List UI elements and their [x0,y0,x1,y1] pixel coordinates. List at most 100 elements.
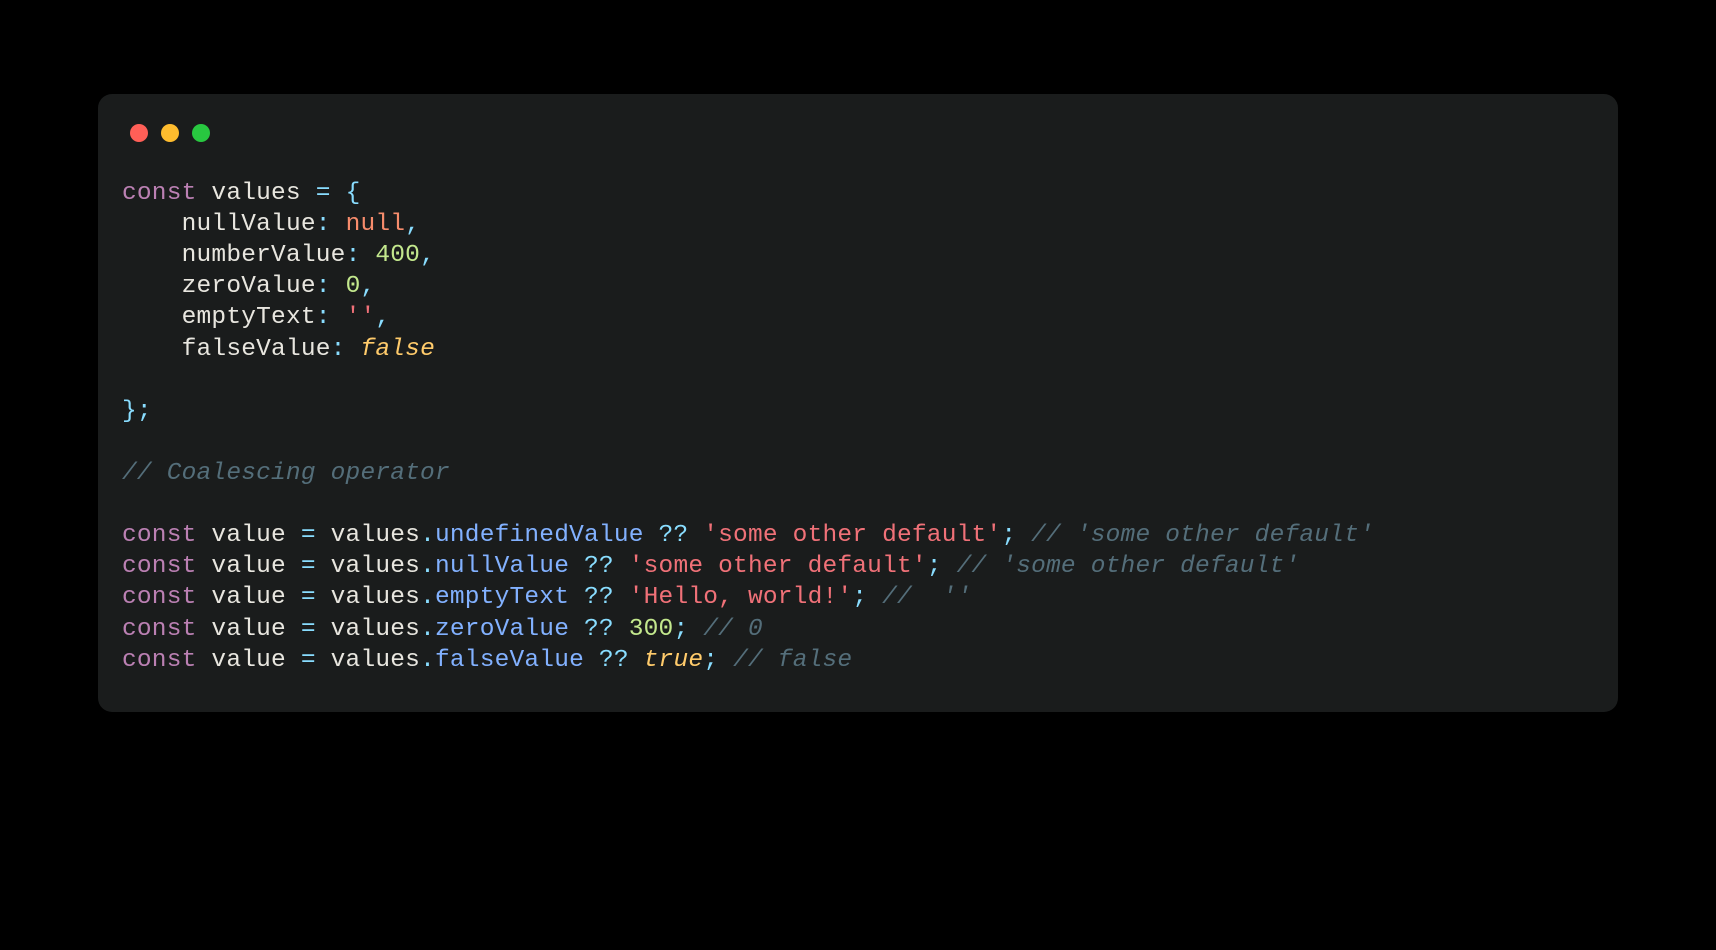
code-token-punc [942,553,957,580]
code-token-punc [614,584,629,611]
code-token-punc: . [420,616,435,643]
code-token-mem: falseValue [435,647,584,674]
code-token-punc: ; [673,616,688,643]
code-token-str: 'some other default' [703,522,1001,549]
code-window: const values = { nullValue: null, number… [98,94,1618,712]
code-token-punc: ; [852,584,867,611]
code-token-cmt: // 'some other default' [1031,522,1374,549]
code-token-op: = [316,180,331,207]
code-token-num: 300 [629,616,674,643]
code-token-cmt: // 'some other default' [957,553,1300,580]
code-token-op: = [301,522,316,549]
code-token-punc [316,616,331,643]
code-token-punc [197,616,212,643]
code-token-str: 'some other default' [629,553,927,580]
code-token-punc [569,553,584,580]
code-token-punc: }; [122,398,152,425]
code-token-op: ?? [584,616,614,643]
window-controls [122,118,1594,142]
code-token-punc [614,553,629,580]
code-token-punc [197,584,212,611]
code-token-punc: . [420,553,435,580]
code-token-punc [688,522,703,549]
code-token-cmt: // 0 [703,616,763,643]
code-token-punc [122,336,182,363]
code-token-op: = [301,553,316,580]
code-token-prop: falseValue [182,336,331,363]
code-token-mem: undefinedValue [435,522,644,549]
code-token-punc [1016,522,1031,549]
code-token-cmt: // '' [882,584,971,611]
code-token-op: : [346,242,361,269]
code-token-punc [316,647,331,674]
code-token-punc [331,180,346,207]
code-token-punc: , [420,242,435,269]
code-token-punc [346,336,361,363]
code-token-punc [286,616,301,643]
code-token-prop: emptyText [182,304,316,331]
code-token-punc: ; [703,647,718,674]
code-token-var: values [331,522,420,549]
code-token-punc [122,304,182,331]
code-token-kw: const [122,584,197,611]
code-token-kw: const [122,647,197,674]
code-token-punc [197,647,212,674]
code-token-punc [614,616,629,643]
code-token-punc [569,584,584,611]
code-token-punc [867,584,882,611]
code-token-punc [316,522,331,549]
code-token-punc [286,553,301,580]
code-token-punc [197,180,212,207]
code-token-punc: , [375,304,390,331]
code-token-var: values [331,584,420,611]
code-token-cmt: // false [733,647,852,674]
code-token-punc [584,647,599,674]
code-token-kw: const [122,180,197,207]
code-token-mem: nullValue [435,553,569,580]
code-token-op: ?? [659,522,689,549]
code-token-num: 400 [375,242,420,269]
code-token-punc: . [420,522,435,549]
code-token-punc: , [360,273,375,300]
code-token-kw: const [122,522,197,549]
code-token-num: 0 [346,273,361,300]
code-token-punc [316,553,331,580]
code-token-prop: numberValue [182,242,346,269]
code-token-op: = [301,616,316,643]
code-token-prop: nullValue [182,211,316,238]
code-token-op: : [331,336,346,363]
zoom-icon[interactable] [192,124,210,142]
close-icon[interactable] [130,124,148,142]
code-token-punc [301,180,316,207]
code-token-mem: zeroValue [435,616,569,643]
code-block: const values = { nullValue: null, number… [122,178,1594,676]
code-token-punc [360,242,375,269]
code-token-var: value [211,553,286,580]
code-token-op: : [316,304,331,331]
code-token-punc: , [405,211,420,238]
code-token-var: values [331,553,420,580]
code-token-op: = [301,584,316,611]
code-token-punc: ; [927,553,942,580]
code-token-str: 'Hello, world!' [629,584,853,611]
code-token-op: ?? [599,647,629,674]
code-token-punc [122,242,182,269]
code-token-var: value [211,522,286,549]
code-token-punc [286,522,301,549]
code-token-punc [122,211,182,238]
code-token-punc: ; [1001,522,1016,549]
code-token-punc: { [346,180,361,207]
code-token-bool: false [360,336,435,363]
code-token-var: values [331,616,420,643]
code-token-punc [331,273,346,300]
code-token-op: = [301,647,316,674]
code-token-op: ?? [584,553,614,580]
code-token-mem: emptyText [435,584,569,611]
code-token-punc [644,522,659,549]
code-token-punc [331,211,346,238]
code-token-op: : [316,211,331,238]
code-token-punc [629,647,644,674]
minimize-icon[interactable] [161,124,179,142]
code-token-var: value [211,584,286,611]
code-token-punc [286,584,301,611]
